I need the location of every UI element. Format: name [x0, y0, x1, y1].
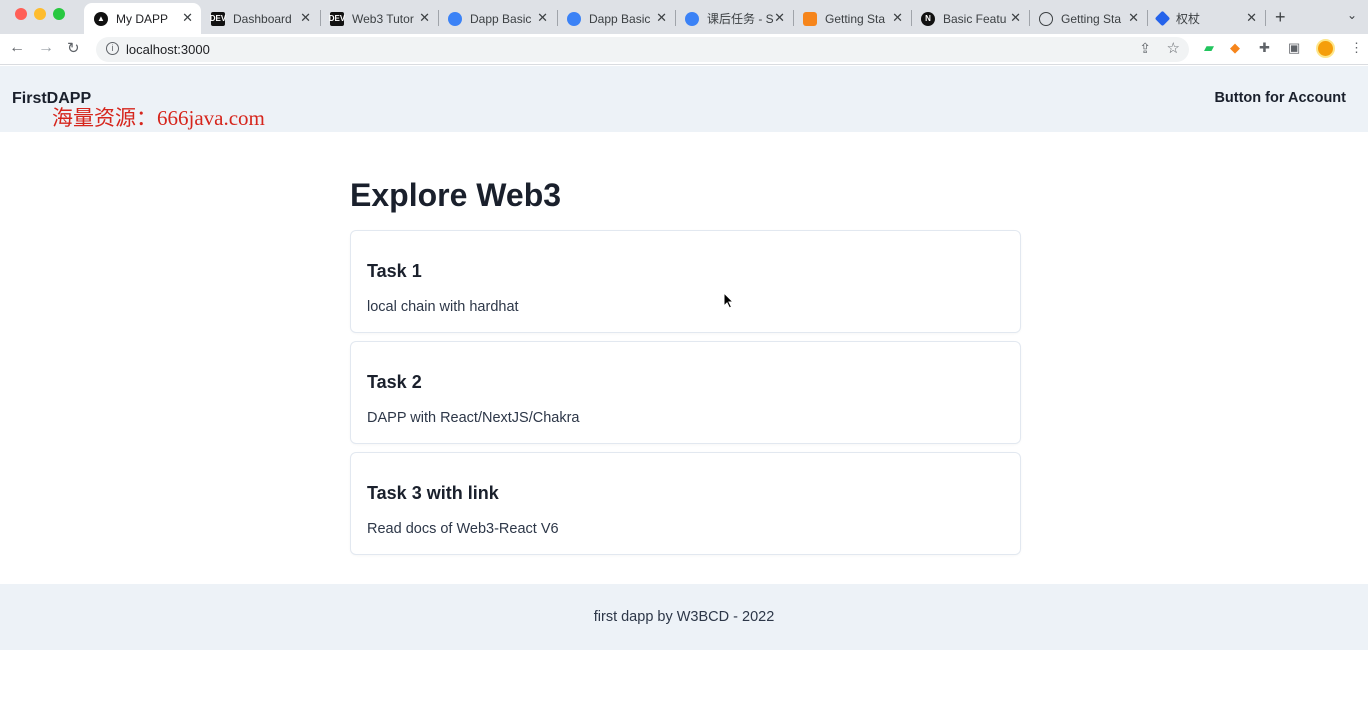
web-icon — [567, 11, 581, 26]
close-tab-icon[interactable]: ✕ — [1010, 10, 1021, 26]
browser-tab-strip: ▲ My DAPP ✕ DEV Dashboard ✕ DEV Web3 Tut… — [0, 0, 1368, 34]
share-icon[interactable]: ⇪ — [1139, 40, 1151, 57]
extension-icon[interactable]: ▰ — [1204, 40, 1214, 56]
side-panel-icon[interactable]: ▣ — [1288, 40, 1300, 56]
profile-avatar[interactable] — [1316, 39, 1335, 58]
site-footer: first dapp by W3BCD - 2022 — [0, 584, 1368, 650]
browser-tab-my-dapp[interactable]: ▲ My DAPP ✕ — [84, 3, 201, 34]
close-window-button[interactable] — [15, 8, 27, 20]
task-title: Task 1 — [367, 261, 422, 281]
back-button[interactable]: ← — [9, 39, 25, 57]
browser-tab[interactable]: 权杖 ✕ — [1147, 3, 1265, 34]
reload-button[interactable]: ↻ — [67, 39, 80, 57]
task-description: DAPP with React/NextJS/Chakra — [367, 410, 580, 426]
close-tab-icon[interactable]: ✕ — [774, 10, 785, 26]
forward-button[interactable]: → — [38, 39, 54, 57]
page-title: Explore Web3 — [350, 177, 562, 213]
browser-toolbar: ← → ↻ i localhost:3000 ⇪ ☆ ▰ ◆ ✚ ▣ ⋮ — [0, 34, 1368, 65]
puzzle-extensions-icon[interactable]: ✚ — [1259, 40, 1270, 56]
new-tab-button[interactable]: + — [1275, 7, 1286, 28]
metamask-fox-icon[interactable]: ◆ — [1230, 40, 1240, 56]
task-description: local chain with hardhat — [367, 299, 519, 315]
account-button[interactable]: Button for Account — [1214, 90, 1346, 106]
site-info-icon[interactable]: i — [106, 42, 119, 55]
close-tab-icon[interactable]: ✕ — [656, 10, 667, 26]
bookmark-star-icon[interactable]: ☆ — [1167, 39, 1180, 57]
browser-tab[interactable]: Getting Sta ✕ — [793, 3, 911, 34]
dev-logo-icon: DEV — [329, 11, 345, 26]
chevron-down-icon[interactable]: ⌄ — [1347, 8, 1357, 22]
next-logo-icon: ▲ — [94, 11, 108, 26]
close-tab-icon[interactable]: ✕ — [300, 10, 311, 26]
browser-tab[interactable]: Dapp Basic ✕ — [438, 3, 556, 34]
close-tab-icon[interactable]: ✕ — [182, 10, 193, 26]
close-tab-icon[interactable]: ✕ — [1246, 10, 1257, 26]
browser-menu-icon[interactable]: ⋮ — [1350, 40, 1363, 56]
maximize-window-button[interactable] — [53, 8, 65, 20]
task-card[interactable]: Task 1 local chain with hardhat — [350, 230, 1021, 333]
cloud-icon — [1039, 11, 1053, 26]
task-card-link[interactable]: Task 3 with link Read docs of Web3-React… — [350, 452, 1021, 555]
task-card[interactable]: Task 2 DAPP with React/NextJS/Chakra — [350, 341, 1021, 444]
browser-tab[interactable]: 课后任务 - S ✕ — [675, 3, 793, 34]
url-text[interactable]: localhost:3000 — [126, 42, 210, 57]
address-bar[interactable]: i localhost:3000 ⇪ ☆ — [96, 37, 1189, 62]
web-icon — [685, 11, 699, 26]
close-tab-icon[interactable]: ✕ — [892, 10, 903, 26]
browser-tab[interactable]: N Basic Featu ✕ — [911, 3, 1029, 34]
notion-logo-icon: N — [921, 11, 935, 26]
dev-logo-icon: DEV — [210, 11, 226, 26]
browser-tab[interactable]: Dapp Basic ✕ — [557, 3, 675, 34]
task-title: Task 2 — [367, 372, 422, 392]
minimize-window-button[interactable] — [34, 8, 46, 20]
close-tab-icon[interactable]: ✕ — [1128, 10, 1139, 26]
task-description: Read docs of Web3-React V6 — [367, 521, 559, 537]
web-icon — [448, 11, 462, 26]
metamask-fox-icon — [803, 11, 817, 26]
close-tab-icon[interactable]: ✕ — [537, 10, 548, 26]
watermark: 海量资源：666java.com — [52, 106, 265, 130]
site-header: FirstDAPP 海量资源：666java.com Button for Ac… — [0, 66, 1368, 132]
diamond-logo-icon — [1154, 10, 1171, 27]
task-title: Task 3 with link — [367, 483, 499, 503]
browser-tab[interactable]: Getting Sta ✕ — [1029, 3, 1147, 34]
footer-text: first dapp by W3BCD - 2022 — [593, 609, 775, 625]
browser-tab[interactable]: DEV Dashboard ✕ — [201, 3, 319, 34]
close-tab-icon[interactable]: ✕ — [419, 10, 430, 26]
browser-tab[interactable]: DEV Web3 Tutor ✕ — [320, 3, 438, 34]
